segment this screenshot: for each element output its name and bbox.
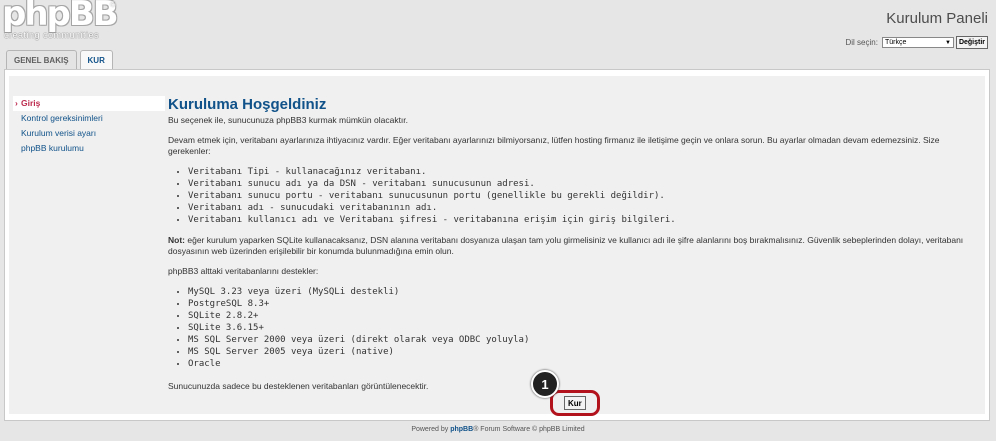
note-label: Not: xyxy=(168,235,185,245)
language-selected-value: Türkçe xyxy=(884,39,907,46)
databases-list: MySQL 3.23 veya üzeri (MySQLi destekli) … xyxy=(168,286,980,370)
list-item: Veritabanı sunucu portu - veritabanı sun… xyxy=(188,190,980,202)
list-item: SQLite 2.8.2+ xyxy=(188,310,980,322)
list-item: MS SQL Server 2000 veya üzeri (direkt ol… xyxy=(188,334,980,346)
page-title: Kuruluma Hoşgeldiniz xyxy=(168,96,327,113)
footer-prefix: Powered by xyxy=(411,426,451,433)
tab-install[interactable]: KUR xyxy=(79,50,113,70)
language-selector: Dil seçin: Türkçe ▼ Değiştir xyxy=(845,36,988,49)
list-item: PostgreSQL 8.3+ xyxy=(188,298,980,310)
header: phpBB ® creating communities Kurulum Pan… xyxy=(0,0,996,50)
supports-text: phpBB3 alttaki veritabanlarını destekler… xyxy=(168,266,319,276)
tab-bar: GENEL BAKIŞ KUR xyxy=(6,50,116,70)
logo-text: phpBB xyxy=(2,0,119,34)
footer-brand-link[interactable]: phpBB xyxy=(450,426,473,433)
change-language-button[interactable]: Değiştir xyxy=(955,36,988,49)
list-item: MySQL 3.23 veya üzeri (MySQLi destekli) xyxy=(188,286,980,298)
step-callout-badge: 1 xyxy=(531,370,559,398)
logo-tagline: creating communities xyxy=(4,30,100,40)
footer-suffix: ® Forum Software © phpBB Limited xyxy=(473,426,585,433)
note-text: eğer kurulum yaparken SQLite kullanacaks… xyxy=(168,235,964,256)
sidebar-item-database-settings[interactable]: Kurulum verisi ayarı xyxy=(13,126,165,141)
logo-registered-mark: ® xyxy=(110,0,116,9)
list-item: Veritabanı kullanıcı adı ve Veritabanı ş… xyxy=(188,214,980,226)
intro-text: Bu seçenek ile, sunucunuza phpBB3 kurmak… xyxy=(168,115,409,125)
language-label: Dil seçin: xyxy=(845,38,878,47)
content: Kuruluma Hoşgeldiniz Bu seçenek ile, sun… xyxy=(168,96,980,392)
install-button[interactable]: Kur xyxy=(564,396,586,410)
list-item: Veritabanı adı - sunucudaki veritabanını… xyxy=(188,202,980,214)
list-item: MS SQL Server 2005 veya üzeri (native) xyxy=(188,346,980,358)
sidebar-item-phpbb-install[interactable]: phpBB kurulumu xyxy=(13,141,165,156)
language-select[interactable]: Türkçe ▼ xyxy=(881,37,954,48)
dropdown-arrow-icon: ▼ xyxy=(944,39,951,46)
list-item: Veritabanı Tipi - kullanacağınız veritab… xyxy=(188,166,980,178)
sidebar-item-intro[interactable]: Giriş xyxy=(13,96,165,111)
sqlite-note: Not: eğer kurulum yaparken SQLite kullan… xyxy=(168,235,980,257)
list-item: Oracle xyxy=(188,358,980,370)
sidebar: Giriş Kontrol gereksinimleri Kurulum ver… xyxy=(13,96,165,156)
panel-title: Kurulum Paneli xyxy=(886,10,988,27)
tab-overview[interactable]: GENEL BAKIŞ xyxy=(6,50,77,69)
requirements-text: Devam etmek için, veritabanı ayarlarınız… xyxy=(168,135,940,156)
list-item: Veritabanı sunucu adı ya da DSN - verita… xyxy=(188,178,980,190)
sidebar-item-requirements[interactable]: Kontrol gereksinimleri xyxy=(13,111,165,126)
requirements-list: Veritabanı Tipi - kullanacağınız veritab… xyxy=(168,166,980,226)
footer: Powered by phpBB® Forum Software © phpBB… xyxy=(0,426,996,433)
phpbb-logo[interactable]: phpBB ® creating communities xyxy=(2,0,119,40)
list-item: SQLite 3.6.15+ xyxy=(188,322,980,334)
